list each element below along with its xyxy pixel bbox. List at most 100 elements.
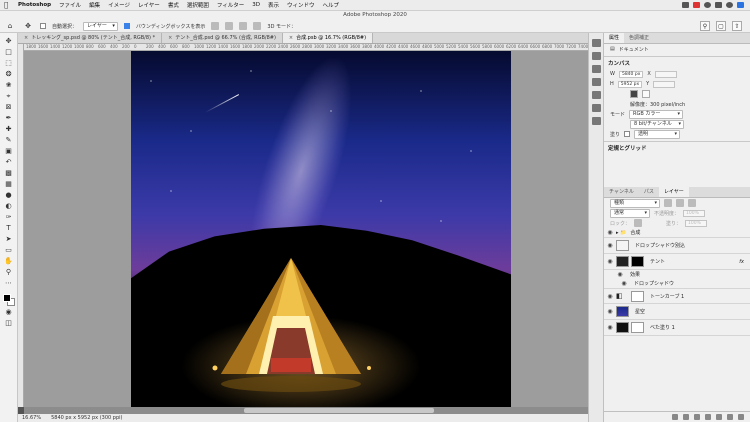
composite-image[interactable]: [131, 51, 511, 407]
libraries-panel-icon[interactable]: [591, 104, 601, 112]
menu-window[interactable]: ウィンドウ: [287, 1, 315, 9]
new-group-icon[interactable]: [716, 414, 722, 420]
link-layers-icon[interactable]: [672, 414, 678, 420]
fx-icon[interactable]: [683, 414, 689, 420]
menu-layer[interactable]: レイヤー: [138, 1, 160, 9]
layer-row-group[interactable]: ◉ ▸ 📁 合成: [604, 228, 750, 238]
trash-icon[interactable]: [738, 414, 744, 420]
artboard-icon[interactable]: □: [3, 47, 15, 57]
landscape-icon[interactable]: [642, 90, 650, 98]
more-options-icon[interactable]: [253, 22, 262, 30]
menu-select[interactable]: 選択範囲: [187, 1, 209, 9]
visibility-eye-icon[interactable]: ◉: [604, 308, 616, 315]
gradients-panel-icon[interactable]: [591, 78, 601, 86]
layer-row[interactable]: ◉ 星空: [604, 304, 750, 320]
zoom-level[interactable]: 16.67%: [22, 415, 41, 421]
adjustments-panel-icon[interactable]: [591, 117, 601, 125]
gradient-icon[interactable]: ▦: [3, 179, 15, 189]
home-icon[interactable]: ⌂: [4, 21, 16, 31]
history-brush-icon[interactable]: ↶: [3, 157, 15, 167]
menu-image[interactable]: イメージ: [108, 1, 130, 9]
eyedropper-icon[interactable]: ✒: [3, 113, 15, 123]
visibility-eye-icon[interactable]: ◉: [618, 280, 630, 287]
visibility-eye-icon[interactable]: ◉: [604, 258, 616, 265]
layer-name[interactable]: ドロップシャドウ別込: [635, 242, 685, 249]
filter-pixel-icon[interactable]: [664, 199, 672, 207]
effect-name[interactable]: ドロップシャドウ: [634, 280, 674, 287]
menu-help[interactable]: ヘルプ: [323, 1, 340, 9]
new-layer-icon[interactable]: [727, 414, 733, 420]
align-center-icon[interactable]: [225, 22, 234, 30]
visibility-eye-icon[interactable]: ◉: [604, 293, 616, 300]
auto-select-target-dropdown[interactable]: レイヤー: [83, 21, 118, 31]
visibility-eye-icon[interactable]: ◉: [604, 324, 616, 331]
layer-row[interactable]: ◉ テント fx: [604, 254, 750, 270]
menu-3d[interactable]: 3D: [252, 2, 260, 8]
color-swatches[interactable]: [2, 293, 16, 307]
type-icon[interactable]: T: [3, 223, 15, 233]
width-field[interactable]: 5840 px: [618, 70, 644, 78]
zoom-icon[interactable]: ⚲: [3, 267, 15, 277]
tab-layers[interactable]: レイヤー: [658, 187, 689, 197]
adjustment-layer-icon[interactable]: [705, 414, 711, 420]
lasso-icon[interactable]: ❂: [3, 69, 15, 79]
auto-select-checkbox[interactable]: [40, 23, 46, 29]
screen-mode-icon[interactable]: ◫: [3, 318, 15, 328]
filter-adjust-icon[interactable]: [676, 199, 684, 207]
search-icon[interactable]: ⚲: [700, 21, 710, 31]
layer-row[interactable]: ◉ ドロップシャドウ別込: [604, 238, 750, 254]
opacity-field[interactable]: 100%: [683, 209, 706, 217]
patterns-panel-icon[interactable]: [591, 91, 601, 99]
brush-icon[interactable]: ✎: [3, 135, 15, 145]
move-tool-icon[interactable]: ✥: [22, 21, 34, 31]
bounding-box-checkbox[interactable]: [123, 23, 130, 29]
history-panel-icon[interactable]: [591, 39, 601, 47]
tab-channels[interactable]: チャンネル: [604, 187, 639, 197]
effect-row[interactable]: ◉ ドロップシャドウ: [604, 279, 750, 288]
move-icon[interactable]: ✥: [3, 36, 15, 46]
crop-icon[interactable]: ⌖: [3, 91, 15, 101]
menu-edit[interactable]: 編集: [89, 1, 100, 9]
filter-type-icon[interactable]: [688, 199, 696, 207]
frame-icon[interactable]: ⊠: [3, 102, 15, 112]
layer-fill-field[interactable]: 100%: [685, 219, 708, 227]
healing-brush-icon[interactable]: ✚: [3, 124, 15, 134]
lock-icon[interactable]: [634, 219, 643, 227]
effects-row[interactable]: ◉ 効果: [604, 270, 750, 279]
x-field[interactable]: [654, 70, 677, 78]
marquee-icon[interactable]: ⬚: [3, 58, 15, 68]
path-select-icon[interactable]: ➤: [3, 234, 15, 244]
workspace-icon[interactable]: ▢: [716, 21, 726, 31]
foreground-color-swatch[interactable]: [2, 294, 11, 302]
menu-view[interactable]: 表示: [268, 1, 279, 9]
layer-name[interactable]: 星空: [635, 308, 645, 315]
add-mask-icon[interactable]: [694, 414, 700, 420]
wifi-icon[interactable]: [704, 2, 711, 8]
tab-adjustments[interactable]: 色調補正: [624, 33, 654, 43]
blur-icon[interactable]: ●: [3, 190, 15, 200]
canvas-area[interactable]: [24, 51, 588, 407]
y-field[interactable]: [653, 80, 676, 88]
quick-mask-icon[interactable]: ◉: [3, 307, 15, 317]
eraser-icon[interactable]: ▩: [3, 168, 15, 178]
share-icon[interactable]: ⇧: [732, 21, 742, 31]
blend-mode-dropdown[interactable]: 通常: [610, 208, 650, 218]
layer-name[interactable]: ベた塗り 1: [650, 324, 675, 331]
horizontal-scrollbar[interactable]: [24, 407, 588, 414]
visibility-eye-icon[interactable]: ◉: [604, 229, 616, 236]
portrait-icon[interactable]: [630, 90, 638, 98]
visibility-eye-icon[interactable]: ◉: [604, 242, 616, 249]
fx-badge[interactable]: fx: [739, 259, 744, 265]
close-icon[interactable]: ×: [289, 35, 293, 41]
fill-swatch[interactable]: [624, 131, 631, 137]
quick-select-icon[interactable]: ❀: [3, 80, 15, 90]
dodge-icon[interactable]: ◐: [3, 201, 15, 211]
edit-toolbar-icon[interactable]: ⋯: [3, 278, 15, 288]
battery-icon[interactable]: [715, 2, 722, 8]
align-left-icon[interactable]: [211, 22, 220, 30]
color-panel-icon[interactable]: [591, 52, 601, 60]
cc-icon[interactable]: [682, 2, 689, 8]
rulers-grid-section[interactable]: 定規とグリッド: [604, 144, 750, 154]
mode-dropdown[interactable]: RGB カラー: [629, 109, 684, 119]
fill-dropdown[interactable]: 透明: [634, 129, 681, 139]
